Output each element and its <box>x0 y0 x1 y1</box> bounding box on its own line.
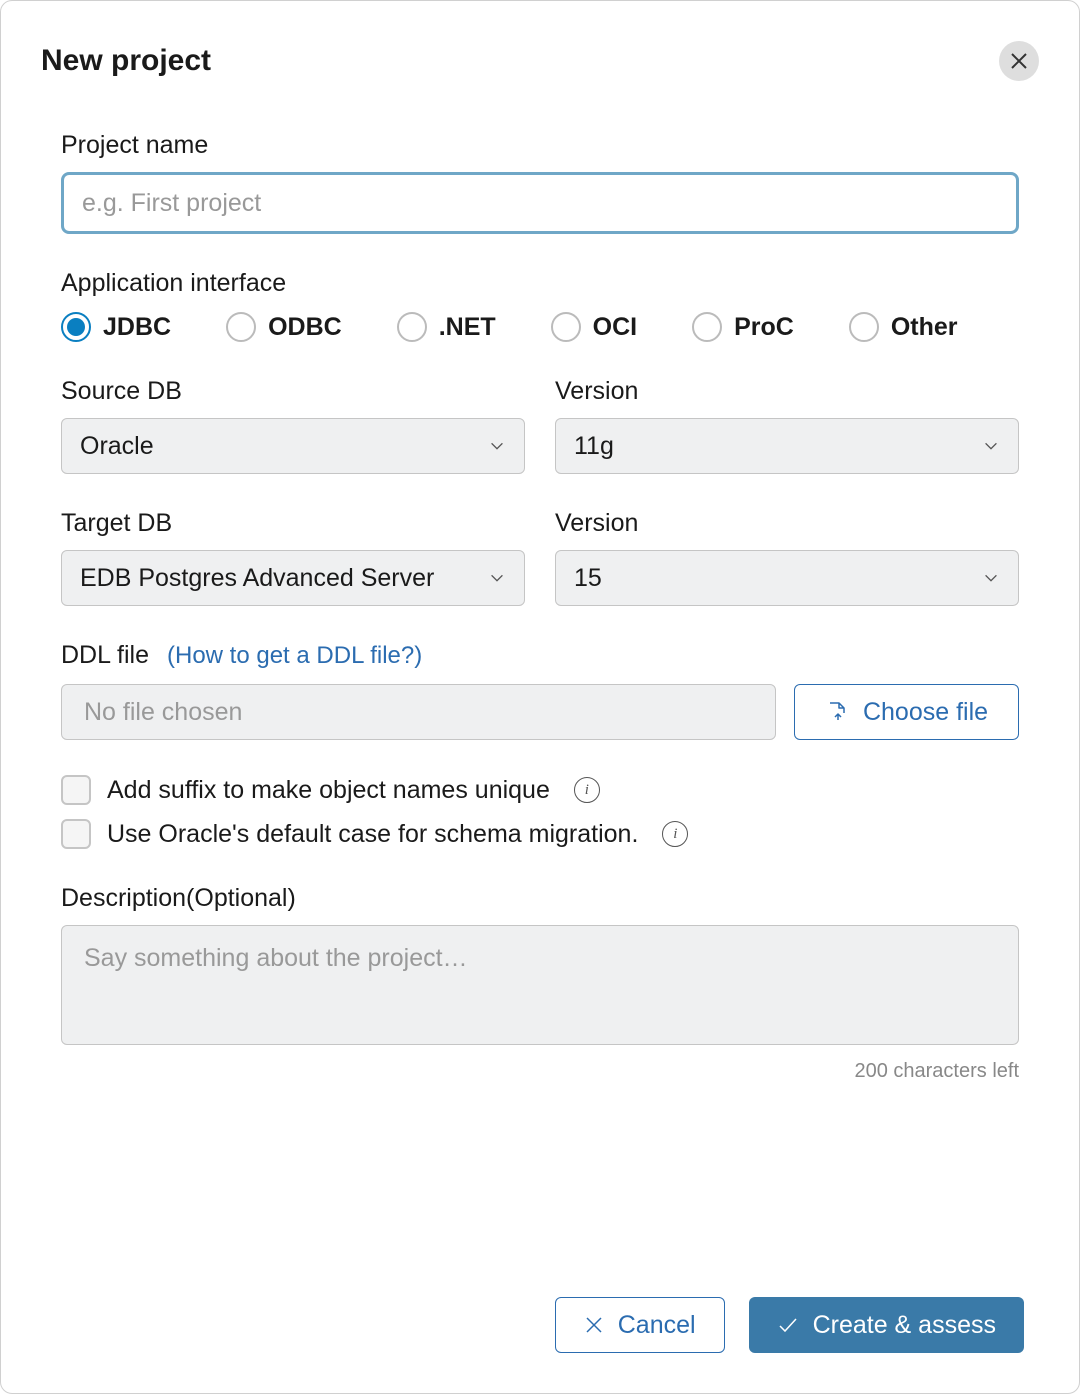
radio-indicator <box>397 312 427 342</box>
oracle-case-label: Use Oracle's default case for schema mig… <box>107 820 638 849</box>
ddl-file-display: No file chosen <box>61 684 776 740</box>
target-version-label: Version <box>555 509 1019 538</box>
close-button[interactable] <box>999 41 1039 81</box>
choose-file-button[interactable]: Choose file <box>794 684 1019 740</box>
radio-label: ProC <box>734 313 794 342</box>
chevron-down-icon <box>488 437 506 455</box>
radio-indicator <box>226 312 256 342</box>
oracle-case-checkbox[interactable] <box>61 819 91 849</box>
target-db-select[interactable]: EDB Postgres Advanced Server <box>61 550 525 606</box>
info-icon[interactable]: i <box>574 777 600 803</box>
description-textarea[interactable] <box>61 925 1019 1045</box>
radio-proc[interactable]: ProC <box>692 312 794 342</box>
modal-title: New project <box>41 44 211 78</box>
source-version-label: Version <box>555 377 1019 406</box>
close-icon <box>1010 52 1028 70</box>
target-version-col: Version 15 <box>555 509 1019 606</box>
ddl-label-row: DDL file (How to get a DDL file?) <box>61 641 1019 670</box>
radio-other[interactable]: Other <box>849 312 958 342</box>
cancel-label: Cancel <box>618 1311 696 1340</box>
radio-label: OCI <box>593 313 637 342</box>
project-name-input[interactable] <box>61 172 1019 234</box>
description-section: Description(Optional) 200 characters lef… <box>61 884 1019 1083</box>
create-assess-label: Create & assess <box>813 1311 996 1340</box>
chevron-down-icon <box>982 437 1000 455</box>
source-db-label: Source DB <box>61 377 525 406</box>
app-interface-radios: JDBC ODBC .NET OCI ProC <box>61 312 1019 342</box>
radio-indicator <box>61 312 91 342</box>
chevron-down-icon <box>982 569 1000 587</box>
ddl-placeholder: No file chosen <box>84 698 242 727</box>
char-count: 200 characters left <box>61 1060 1019 1083</box>
target-db-value: EDB Postgres Advanced Server <box>80 564 434 593</box>
target-version-select[interactable]: 15 <box>555 550 1019 606</box>
check-icon <box>777 1314 799 1336</box>
suffix-checkbox[interactable] <box>61 775 91 805</box>
radio-dotnet[interactable]: .NET <box>397 312 496 342</box>
description-label: Description(Optional) <box>61 884 1019 913</box>
create-assess-button[interactable]: Create & assess <box>749 1297 1024 1353</box>
radio-label: ODBC <box>268 313 342 342</box>
radio-indicator <box>692 312 722 342</box>
modal-header: New project <box>41 41 1039 81</box>
radio-label: .NET <box>439 313 496 342</box>
project-name-section: Project name <box>61 131 1019 234</box>
radio-label: Other <box>891 313 958 342</box>
source-db-select[interactable]: Oracle <box>61 418 525 474</box>
project-name-label: Project name <box>61 131 1019 160</box>
radio-jdbc[interactable]: JDBC <box>61 312 171 342</box>
target-db-col: Target DB EDB Postgres Advanced Server <box>61 509 525 606</box>
upload-icon <box>825 700 849 724</box>
new-project-modal: New project Project name Application int… <box>0 0 1080 1394</box>
app-interface-section: Application interface JDBC ODBC .NET OCI <box>61 269 1019 342</box>
close-icon <box>584 1315 604 1335</box>
radio-oci[interactable]: OCI <box>551 312 637 342</box>
form-body: Project name Application interface JDBC … <box>41 131 1039 1083</box>
radio-indicator <box>551 312 581 342</box>
oracle-case-checkbox-row: Use Oracle's default case for schema mig… <box>61 819 1019 849</box>
radio-indicator <box>849 312 879 342</box>
source-version-select[interactable]: 11g <box>555 418 1019 474</box>
choose-file-label: Choose file <box>863 698 988 727</box>
source-version-col: Version 11g <box>555 377 1019 474</box>
ddl-file-row: No file chosen Choose file <box>61 684 1019 740</box>
ddl-label: DDL file <box>61 641 149 670</box>
modal-footer: Cancel Create & assess <box>555 1297 1024 1353</box>
ddl-section: DDL file (How to get a DDL file?) No fil… <box>61 641 1019 740</box>
info-icon[interactable]: i <box>662 821 688 847</box>
chevron-down-icon <box>488 569 506 587</box>
radio-odbc[interactable]: ODBC <box>226 312 342 342</box>
suffix-label: Add suffix to make object names unique <box>107 776 550 805</box>
app-interface-label: Application interface <box>61 269 1019 298</box>
source-db-row: Source DB Oracle Version 11g <box>61 377 1019 474</box>
target-version-value: 15 <box>574 564 602 593</box>
options-section: Add suffix to make object names unique i… <box>61 775 1019 849</box>
cancel-button[interactable]: Cancel <box>555 1297 725 1353</box>
radio-label: JDBC <box>103 313 171 342</box>
ddl-help-link[interactable]: (How to get a DDL file?) <box>167 642 422 670</box>
source-db-col: Source DB Oracle <box>61 377 525 474</box>
source-version-value: 11g <box>574 432 614 461</box>
target-db-label: Target DB <box>61 509 525 538</box>
target-db-row: Target DB EDB Postgres Advanced Server V… <box>61 509 1019 606</box>
suffix-checkbox-row: Add suffix to make object names unique i <box>61 775 1019 805</box>
source-db-value: Oracle <box>80 432 154 461</box>
